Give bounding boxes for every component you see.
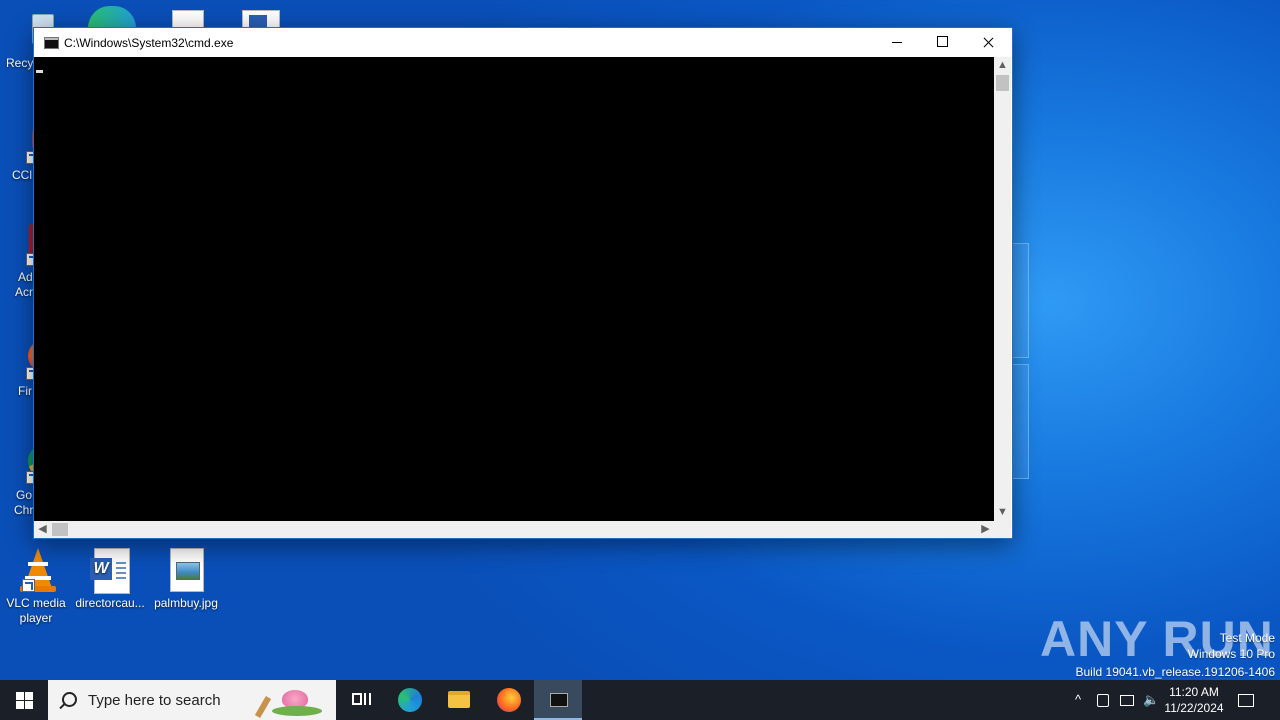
network-icon[interactable] <box>1119 692 1135 708</box>
volume-icon[interactable]: 🔈 <box>1143 692 1159 708</box>
taskbar-cmd[interactable] <box>534 680 582 720</box>
cmd-window[interactable]: C:\Windows\System32\cmd.exe ▲ ▼ ◀ ▶ <box>33 27 1013 539</box>
search-icon <box>62 692 77 707</box>
desktop-icon-label: VLC media player <box>6 596 66 625</box>
windows-edition-label: Windows 10 Pro <box>1187 647 1275 661</box>
horizontal-scrollbar[interactable]: ◀ ▶ <box>34 521 994 538</box>
text-cursor <box>36 70 43 73</box>
test-mode-label: Test Mode <box>1219 631 1275 645</box>
desktop-icon-image-file[interactable]: palmbuy.jpg <box>150 548 222 611</box>
scroll-left-arrow-icon[interactable]: ◀ <box>34 521 51 538</box>
taskbar-edge[interactable] <box>386 680 434 720</box>
title-bar[interactable]: C:\Windows\System32\cmd.exe <box>34 28 1012 57</box>
clock[interactable]: 11:20 AM 11/22/2024 <box>1164 684 1224 716</box>
vertical-scroll-thumb[interactable] <box>996 75 1009 91</box>
taskbar-file-explorer[interactable] <box>434 680 482 720</box>
vlc-icon <box>14 548 58 592</box>
desktop-icon-label: palmbuy.jpg <box>154 596 218 610</box>
scroll-up-arrow-icon[interactable]: ▲ <box>994 57 1011 74</box>
close-button[interactable] <box>966 28 1012 57</box>
notifications-icon[interactable] <box>1238 692 1254 708</box>
file-explorer-icon <box>448 691 470 708</box>
scroll-down-arrow-icon[interactable]: ▼ <box>994 504 1011 521</box>
build-label: Build 19041.vb_release.191206-1406 <box>1075 665 1276 679</box>
task-view-button[interactable] <box>336 680 384 720</box>
cmd-icon <box>550 693 568 707</box>
desktop-icon-edge-partial[interactable] <box>88 6 136 28</box>
desktop-icon-vlc[interactable]: VLC media player <box>0 548 72 626</box>
edge-icon <box>398 688 422 712</box>
window-title: C:\Windows\System32\cmd.exe <box>64 36 234 50</box>
clock-time: 11:20 AM <box>1169 685 1219 699</box>
scroll-right-arrow-icon[interactable]: ▶ <box>977 521 994 538</box>
horizontal-scroll-thumb[interactable] <box>52 523 68 536</box>
taskbar-search-box[interactable]: Type here to search <box>48 680 336 720</box>
desktop-icon-label: directorcau... <box>75 596 145 610</box>
show-hidden-icons-chevron-icon[interactable]: ^ <box>1070 692 1086 708</box>
scroll-corner <box>994 521 1011 538</box>
console-output[interactable] <box>34 57 994 521</box>
taskbar-firefox[interactable] <box>484 680 532 720</box>
clock-date: 11/22/2024 <box>1164 701 1224 715</box>
taskbar: Type here to search ^ 🔈 11:20 AM 11/22/2… <box>0 680 1280 720</box>
desktop-icon-word-doc[interactable]: W directorcau... <box>74 548 146 611</box>
vertical-scrollbar[interactable]: ▲ ▼ <box>994 57 1011 521</box>
image-file-icon <box>164 548 208 592</box>
task-view-icon <box>352 693 362 705</box>
desktop-logo-pane-bottom <box>1011 364 1029 479</box>
start-button[interactable] <box>0 680 48 720</box>
minimize-button[interactable] <box>874 28 920 57</box>
word-doc-icon: W <box>88 548 132 594</box>
search-placeholder: Type here to search <box>88 692 221 709</box>
firefox-icon <box>497 688 521 712</box>
desktop-logo-pane-top <box>1011 243 1029 358</box>
tray-app-icon[interactable] <box>1095 692 1111 708</box>
cmd-icon <box>44 37 59 49</box>
maximize-button[interactable] <box>920 28 966 57</box>
search-highlight-art-icon <box>254 682 334 719</box>
